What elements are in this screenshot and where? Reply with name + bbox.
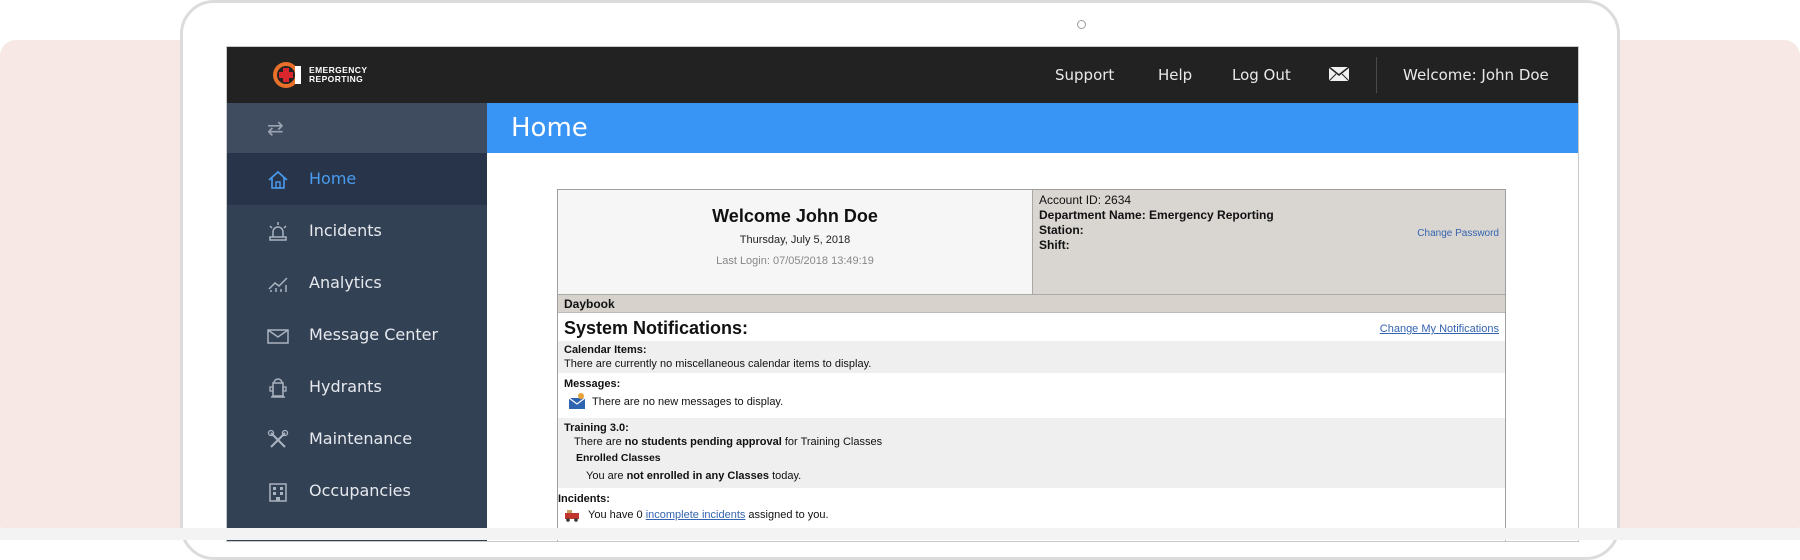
welcome-box: Welcome John Doe Thursday, July 5, 2018 …: [558, 190, 1033, 294]
help-link[interactable]: Help: [1158, 47, 1192, 103]
training-text-bold: no students pending approval: [624, 436, 782, 448]
training-text-post: for Training Classes: [781, 436, 883, 448]
home-icon: [268, 170, 288, 189]
enrolled-classes-heading: Enrolled Classes: [576, 452, 661, 464]
incidents-text-pre: You have 0: [588, 509, 646, 521]
sidebar-item-home[interactable]: Home: [227, 153, 487, 205]
shift-label: Shift:: [1039, 238, 1070, 252]
envelope-icon: [267, 329, 289, 344]
calendar-section: Calendar Items: There are currently no m…: [558, 341, 1505, 373]
welcome-date: Thursday, July 5, 2018: [739, 234, 851, 246]
wrench-icon: [267, 429, 289, 448]
sidebar-toggle[interactable]: ⇄: [227, 103, 487, 153]
page-title: Home: [511, 113, 588, 143]
training-text: There are no students pending approval f…: [574, 436, 882, 448]
station-label: Station:: [1039, 223, 1084, 237]
sidebar-item-occupancies[interactable]: Occupancies: [227, 465, 487, 517]
daybook-bar: Daybook: [558, 294, 1505, 313]
logo-line2: REPORTING: [309, 74, 364, 84]
sidebar-item-label: Occupancies: [309, 481, 411, 500]
sidebar-item-hydrants[interactable]: Hydrants: [227, 361, 487, 413]
change-password-link[interactable]: Change Password: [1417, 228, 1499, 239]
sidebar-item-label: Analytics: [309, 273, 382, 292]
account-id: Account ID: 2634: [1039, 193, 1132, 207]
top-navbar: EMERGENCY REPORTING Support Help Log Out …: [227, 47, 1578, 103]
logo-icon: [273, 62, 301, 88]
chart-icon: [268, 277, 288, 292]
logout-link[interactable]: Log Out: [1232, 47, 1291, 103]
sidebar-item-analytics[interactable]: Analytics: [227, 257, 487, 309]
enrolled-text-bold: not enrolled in any Classes: [626, 470, 770, 482]
page-header: Home: [487, 103, 1578, 153]
siren-icon: [269, 222, 287, 241]
messages-text: There are no new messages to display.: [592, 396, 784, 408]
support-link[interactable]: Support: [1055, 47, 1114, 103]
sidebar-item-message-center[interactable]: Message Center: [227, 309, 487, 361]
sidebar-item-label: Hydrants: [309, 377, 382, 396]
training-text-pre: There are: [574, 436, 625, 448]
sidebar: ⇄ Home Incidents Analytics Message Cente…: [227, 103, 487, 541]
sidebar-item-label: Incidents: [309, 221, 382, 240]
enrolled-text-post: today.: [769, 470, 802, 482]
welcome-title: Welcome John Doe: [712, 206, 878, 226]
incidents-heading: Incidents:: [558, 493, 610, 505]
calendar-text: There are currently no miscellaneous cal…: [564, 358, 872, 370]
incomplete-incidents-link[interactable]: incomplete incidents: [646, 509, 746, 521]
sidebar-item-incidents[interactable]: Incidents: [227, 205, 487, 257]
enrolled-text-pre: You are: [586, 470, 627, 482]
camera-icon: [1077, 20, 1086, 29]
mail-icon[interactable]: [1328, 66, 1350, 82]
training-heading: Training 3.0:: [564, 422, 629, 434]
calendar-heading: Calendar Items:: [564, 344, 647, 356]
system-notifications-title: System Notifications:: [564, 318, 749, 338]
training-section: Training 3.0: There are no students pend…: [558, 418, 1505, 488]
app-screen: EMERGENCY REPORTING Support Help Log Out …: [226, 46, 1579, 542]
enrolled-text: You are not enrolled in any Classes toda…: [586, 470, 801, 482]
last-login: Last Login: 07/05/2018 13:49:19: [716, 255, 874, 267]
swap-arrows-icon: ⇄: [267, 116, 284, 140]
messages-section: Messages: There are no new messages to d…: [558, 376, 1505, 416]
welcome-user[interactable]: Welcome: John Doe: [1403, 47, 1549, 103]
sidebar-item-label: Home: [309, 169, 357, 188]
bottom-edge: [0, 528, 1800, 540]
logo-text: EMERGENCY REPORTING: [309, 66, 367, 84]
building-icon: [269, 483, 287, 502]
fire-truck-icon: [565, 510, 579, 522]
account-info: Account ID: 2634 Department Name: Emerge…: [1033, 190, 1505, 294]
navbar-divider: [1376, 57, 1377, 93]
message-envelope-icon: [568, 393, 586, 409]
incidents-text: You have 0 incomplete incidents assigned…: [588, 509, 829, 521]
home-panel: Welcome John Doe Thursday, July 5, 2018 …: [557, 189, 1506, 541]
incidents-text-post: assigned to you.: [745, 509, 829, 521]
sidebar-item-label: Maintenance: [309, 429, 413, 448]
messages-heading: Messages:: [564, 378, 621, 390]
hydrant-icon: [269, 378, 287, 398]
sidebar-item-maintenance[interactable]: Maintenance: [227, 413, 487, 465]
department-name: Department Name: Emergency Reporting: [1039, 208, 1274, 222]
change-notifications-link[interactable]: Change My Notifications: [1380, 323, 1499, 335]
sidebar-item-label: Message Center: [309, 325, 439, 344]
daybook-label: Daybook: [564, 297, 615, 311]
